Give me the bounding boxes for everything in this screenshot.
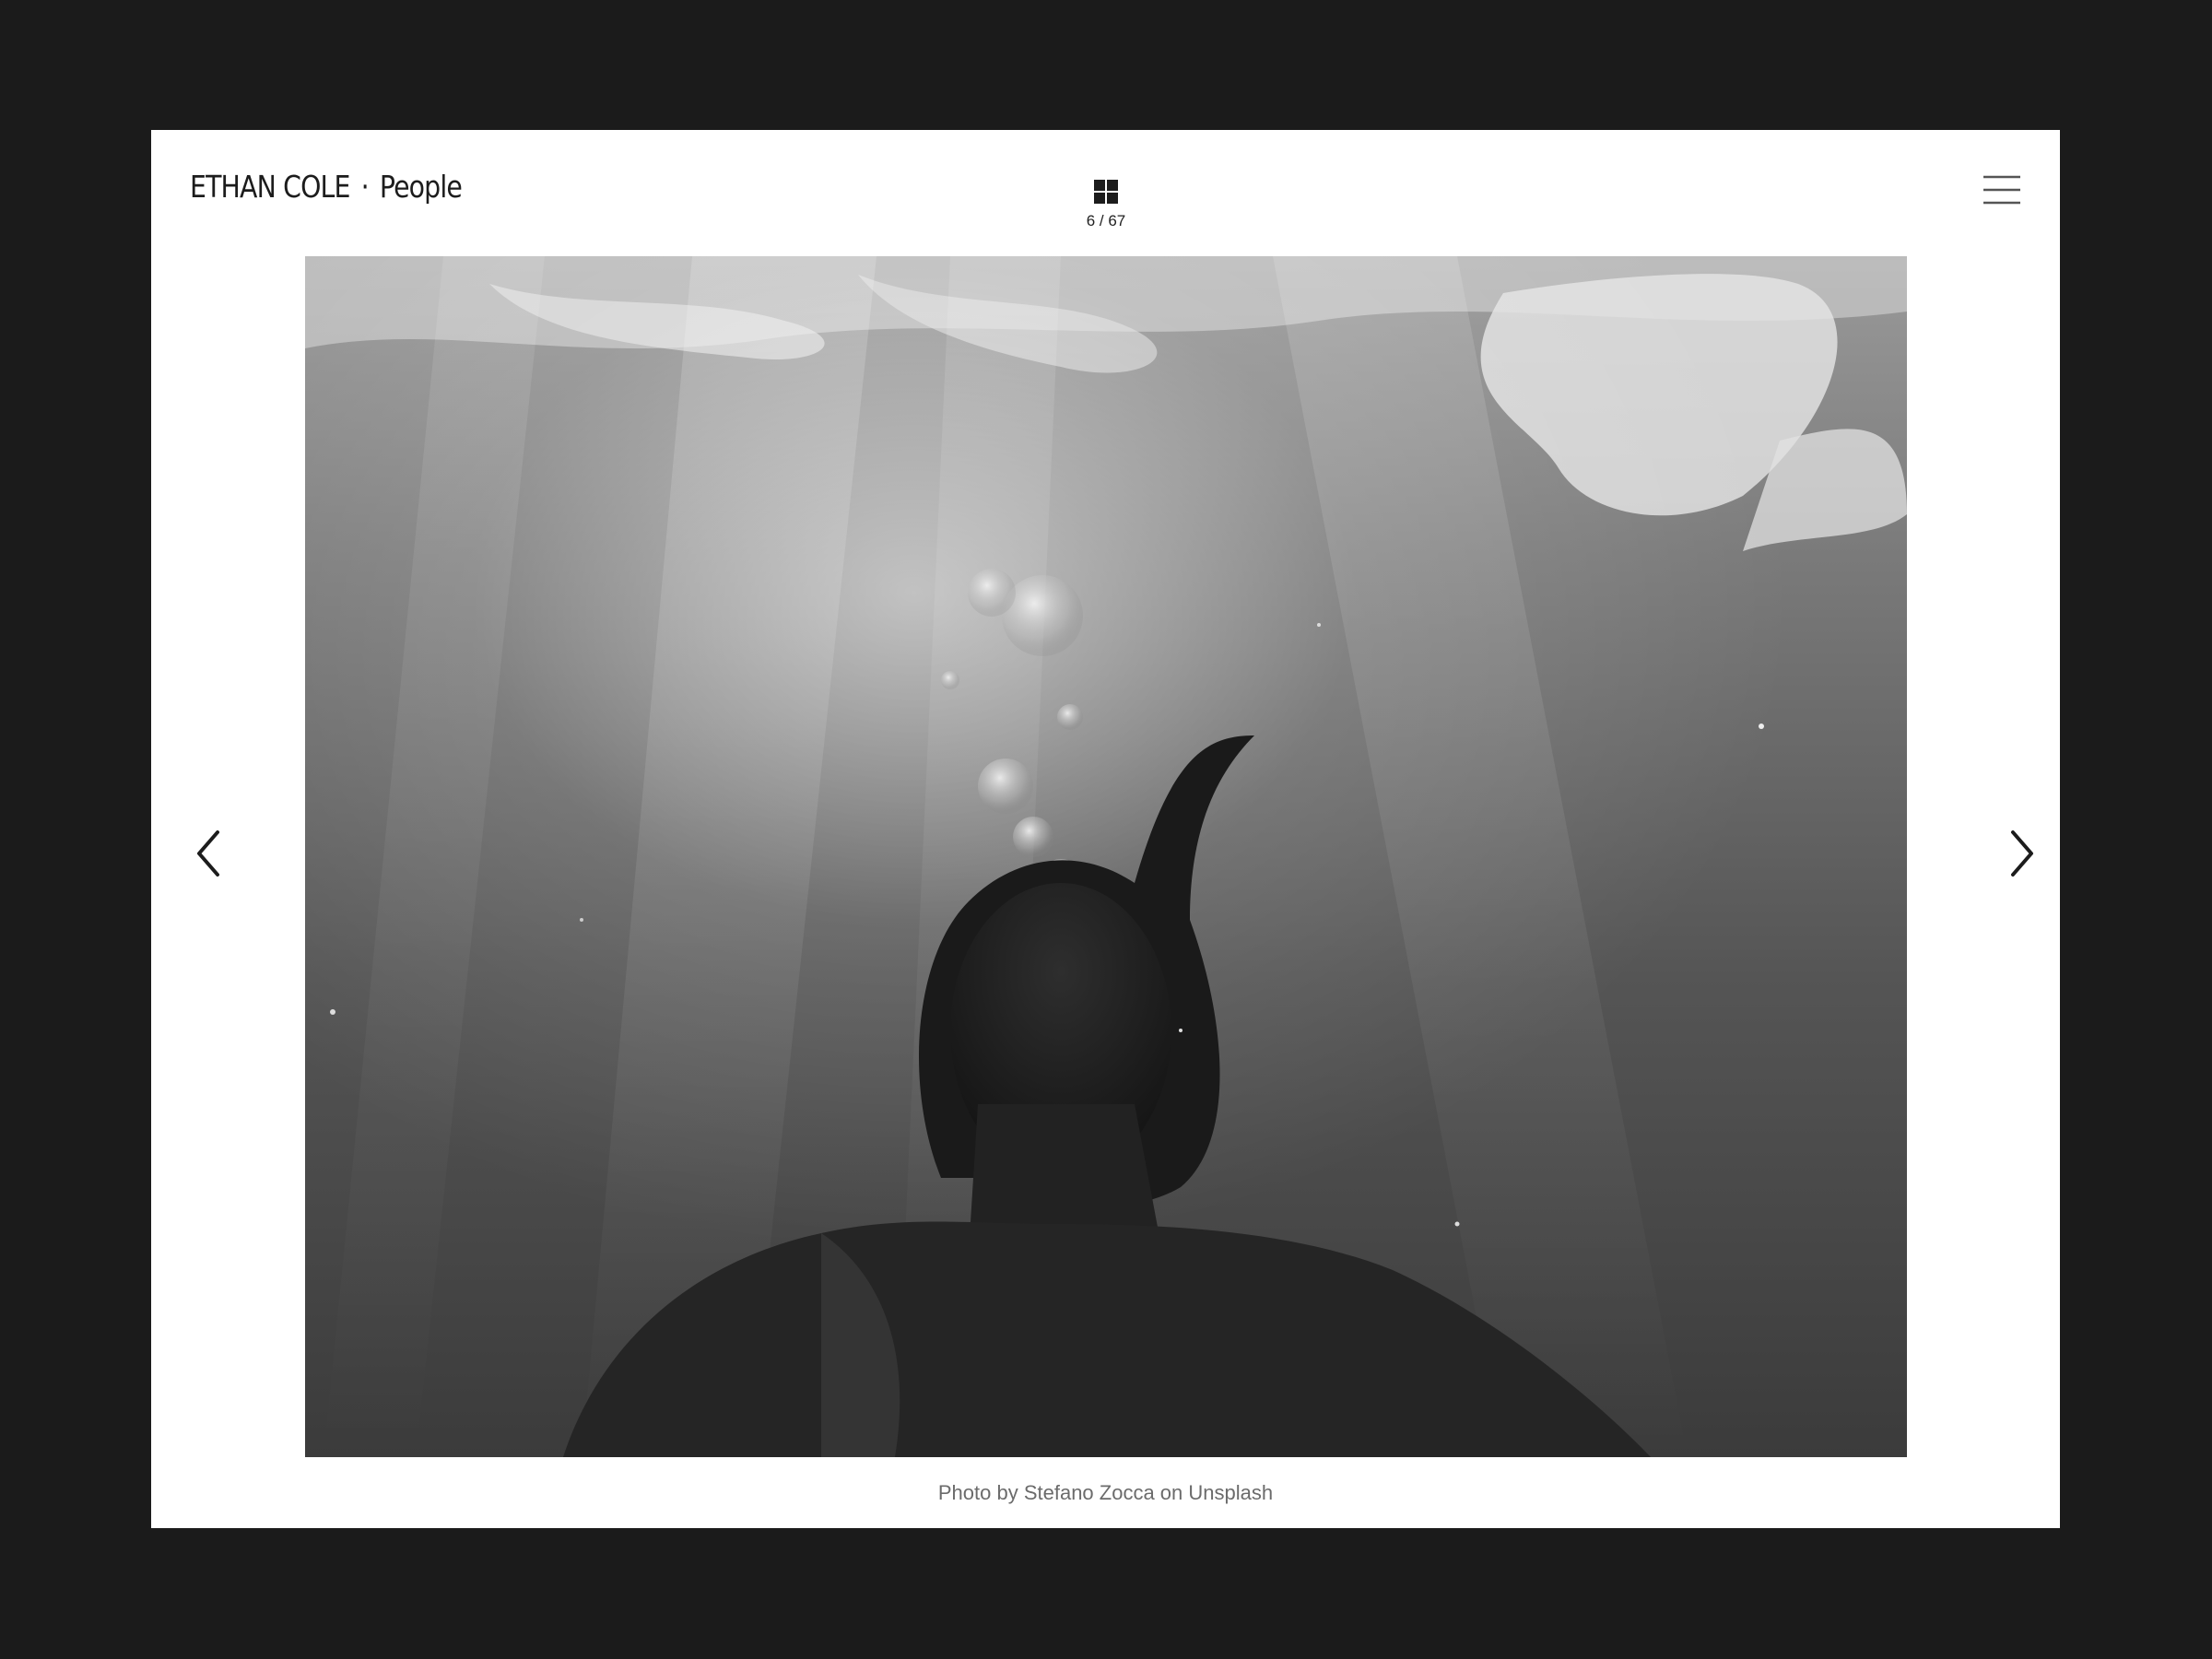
section-name[interactable]: People (380, 169, 463, 205)
image-counter: 6 / 67 (1086, 212, 1126, 229)
gallery-photo (305, 256, 1907, 1457)
title-separator: · (360, 169, 370, 205)
site-title[interactable]: ETHAN COLE · People (190, 169, 463, 205)
photo-caption: Photo by Stefano Zocca on Unsplash (937, 1481, 1274, 1504)
grid-icon[interactable] (1090, 176, 1122, 207)
gallery-frame: ETHAN COLE · People 6 / 67 Photo by Stef… (151, 130, 2060, 1528)
brand-name[interactable]: ETHAN COLE (190, 169, 350, 205)
hamburger-menu-icon[interactable] (1982, 172, 2022, 209)
chevron-left-icon[interactable] (192, 829, 229, 878)
chevron-right-icon[interactable] (2002, 829, 2039, 878)
